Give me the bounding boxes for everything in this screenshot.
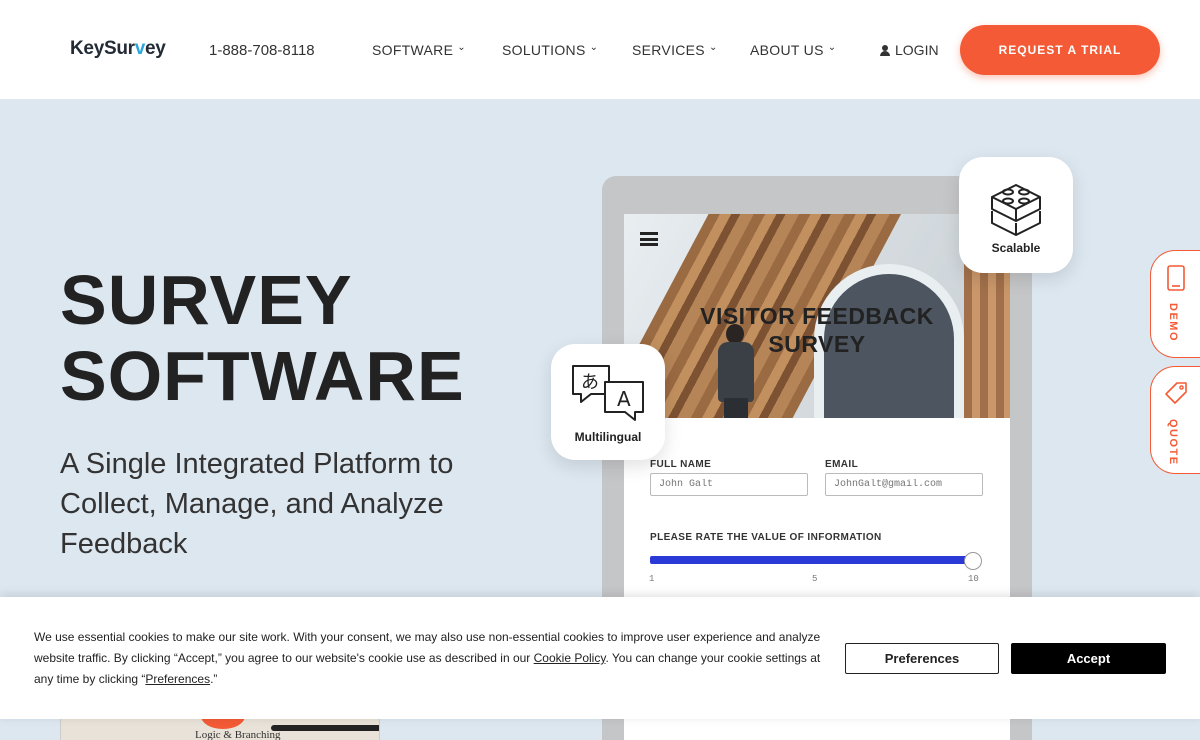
nav-software-label: SOFTWARE — [372, 42, 454, 58]
hero-title-line1: SURVEY — [60, 261, 353, 339]
tablet-icon — [1167, 265, 1185, 291]
rate-label: PLEASE RATE THE VALUE OF INFORMATION — [650, 532, 882, 543]
request-trial-button[interactable]: REQUEST A TRIAL — [960, 25, 1160, 75]
keysurvey-logo[interactable]: KeySurvey — [70, 38, 166, 60]
chevron-down-icon: ⌄ — [708, 41, 718, 53]
nav-services-label: SERVICES — [632, 42, 705, 58]
scalable-label: Scalable — [991, 241, 1041, 255]
nav-about-us[interactable]: ABOUT US ⌄ — [750, 41, 837, 59]
preferences-link[interactable]: Preferences — [145, 672, 210, 686]
email-label: EMAIL — [825, 459, 859, 470]
preferences-button[interactable]: Preferences — [845, 643, 999, 674]
chevron-down-icon: ⌄ — [827, 41, 837, 53]
email-input[interactable] — [825, 473, 983, 496]
cookie-text-end: .” — [210, 672, 218, 686]
cookie-banner: We use essential cookies to make our sit… — [0, 597, 1200, 719]
logo-text-pre: KeySur — [70, 38, 135, 59]
full-name-label: FULL NAME — [650, 459, 712, 470]
rating-slider-track[interactable] — [650, 556, 974, 564]
chevron-down-icon: ⌄ — [589, 41, 599, 53]
nav-about-label: ABOUT US — [750, 42, 824, 58]
slider-min-label: 1 — [649, 574, 655, 584]
scalable-card: Scalable — [959, 157, 1073, 273]
translate-chat-icon: あ A — [572, 365, 644, 421]
hamburger-menu-icon[interactable] — [640, 232, 658, 246]
full-name-input[interactable] — [650, 473, 808, 496]
feature-image-peek: Logic & Branching — [60, 716, 380, 740]
quote-label: QUOTE — [1167, 419, 1179, 466]
hero-title-line2: SOFTWARE — [60, 337, 465, 415]
lego-brick-icon — [991, 184, 1041, 236]
svg-text:A: A — [617, 387, 631, 411]
hero-subtitle: A Single Integrated Platform to Collect,… — [60, 448, 454, 560]
logo-check-letter: v — [134, 38, 146, 59]
login-link[interactable]: LOGIN — [880, 42, 939, 58]
pen-graphic — [271, 725, 379, 731]
chevron-down-icon: ⌄ — [457, 41, 466, 53]
cookie-policy-link[interactable]: Cookie Policy — [534, 651, 606, 665]
logo-text-post: ey — [145, 38, 166, 59]
svg-text:あ: あ — [581, 372, 599, 393]
peek-caption: Logic & Branching — [195, 729, 281, 740]
nav-solutions-label: SOLUTIONS — [502, 42, 586, 58]
survey-title-line2: SURVEY — [768, 331, 866, 357]
multilingual-label: Multilingual — [574, 430, 642, 444]
slider-mid-label: 5 — [812, 574, 818, 584]
nav-software[interactable]: SOFTWARE ⌄ — [372, 41, 466, 59]
quote-side-tab[interactable]: QUOTE — [1150, 366, 1200, 474]
slider-max-label: 10 — [968, 574, 979, 584]
survey-title-line1: VISITOR FEEDBACK — [700, 303, 934, 329]
nav-solutions[interactable]: SOLUTIONS ⌄ — [502, 41, 599, 59]
survey-hero-photo: VISITOR FEEDBACK SURVEY — [624, 214, 1010, 418]
user-icon — [880, 44, 890, 56]
login-label: LOGIN — [895, 42, 939, 58]
price-tag-icon — [1165, 382, 1187, 404]
hero-title: SURVEY SOFTWARE — [60, 262, 465, 414]
demo-side-tab[interactable]: DEMO — [1150, 250, 1200, 358]
phone-number[interactable]: 1-888-708-8118 — [209, 42, 315, 59]
cookie-message: We use essential cookies to make our sit… — [34, 627, 834, 690]
rating-slider-thumb[interactable] — [964, 552, 982, 570]
demo-label: DEMO — [1167, 303, 1179, 342]
survey-title: VISITOR FEEDBACK SURVEY — [644, 302, 990, 358]
nav-services[interactable]: SERVICES ⌄ — [632, 41, 718, 59]
accept-button[interactable]: Accept — [1011, 643, 1166, 674]
multilingual-card: あ A Multilingual — [551, 344, 665, 460]
site-header: KeySurvey 1-888-708-8118 SOFTWARE ⌄ SOLUT… — [0, 0, 1200, 100]
